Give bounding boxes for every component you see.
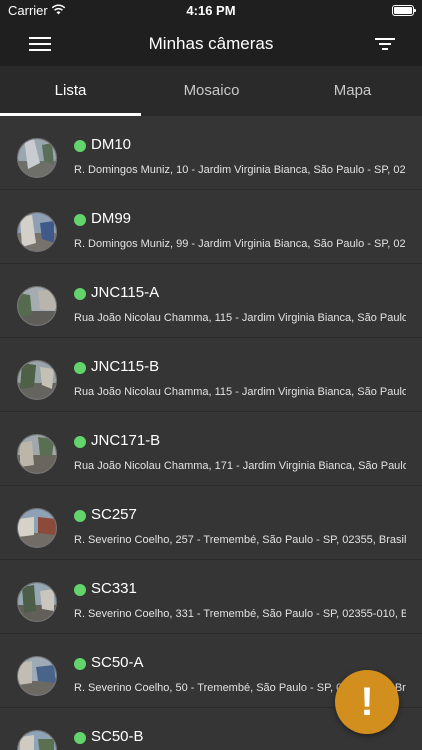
- status-online-icon: [74, 362, 86, 374]
- status-online-icon: [74, 140, 86, 152]
- status-online-icon: [74, 658, 86, 670]
- filter-icon: [375, 38, 395, 50]
- camera-address: R. Severino Coelho, 331 - Tremembé, São …: [74, 608, 406, 620]
- clock: 4:16 PM: [186, 3, 236, 18]
- battery-icon: [392, 5, 416, 16]
- camera-row[interactable]: DM10 R. Domingos Muniz, 10 - Jardim Virg…: [0, 116, 422, 190]
- camera-thumbnail: [17, 508, 57, 548]
- camera-address: R. Severino Coelho, 257 - Tremembé, São …: [74, 534, 406, 546]
- camera-thumbnail: [17, 286, 57, 326]
- camera-row[interactable]: SC331 R. Severino Coelho, 331 - Tremembé…: [0, 560, 422, 634]
- camera-name: JNC115-B: [91, 358, 160, 375]
- camera-address: Rua João Nicolau Chamma, 171 - Jardim Vi…: [74, 460, 406, 472]
- camera-address: Rua João Nicolau Chamma, 115 - Jardim Vi…: [74, 386, 406, 398]
- tab-mosaico[interactable]: Mosaico: [141, 66, 282, 116]
- camera-thumbnail: [17, 138, 57, 178]
- camera-row[interactable]: JNC115-B Rua João Nicolau Chamma, 115 - …: [0, 338, 422, 412]
- camera-name: SC50-A: [91, 654, 144, 671]
- status-bar: Carrier 4:16 PM: [0, 0, 422, 22]
- page-title: Minhas câmeras: [148, 34, 274, 53]
- camera-name: JNC115-A: [91, 284, 160, 301]
- tab-lista[interactable]: Lista: [0, 66, 141, 116]
- camera-thumbnail: [17, 656, 57, 696]
- camera-address: Rua João Nicolau Chamma, 115 - Jardim Vi…: [74, 312, 406, 324]
- camera-row[interactable]: JNC171-B Rua João Nicolau Chamma, 171 - …: [0, 412, 422, 486]
- camera-address: R. Domingos Muniz, 99 - Jardim Virginia …: [74, 238, 406, 250]
- camera-thumbnail: [17, 582, 57, 622]
- status-online-icon: [74, 510, 86, 522]
- status-online-icon: [74, 436, 86, 448]
- status-online-icon: [74, 584, 86, 596]
- camera-row[interactable]: JNC115-A Rua João Nicolau Chamma, 115 - …: [0, 264, 422, 338]
- camera-thumbnail: [17, 434, 57, 474]
- camera-name: SC257: [91, 506, 137, 523]
- camera-name: JNC171-B: [91, 432, 161, 449]
- status-online-icon: [74, 214, 86, 226]
- camera-name: SC50-B: [91, 728, 144, 745]
- camera-row[interactable]: SC257 R. Severino Coelho, 257 - Tremembé…: [0, 486, 422, 560]
- camera-thumbnail: [17, 212, 57, 252]
- tab-mapa[interactable]: Mapa: [282, 66, 422, 116]
- alert-button[interactable]: !: [335, 670, 399, 734]
- camera-list: DM10 R. Domingos Muniz, 10 - Jardim Virg…: [0, 116, 422, 750]
- camera-thumbnail: [17, 730, 57, 750]
- camera-thumbnail: [17, 360, 57, 400]
- camera-row[interactable]: DM99 R. Domingos Muniz, 99 - Jardim Virg…: [0, 190, 422, 264]
- camera-name: DM10: [91, 136, 132, 153]
- status-online-icon: [74, 732, 86, 744]
- navbar: Minhas câmeras: [0, 22, 422, 66]
- tab-bar: Lista Mosaico Mapa: [0, 66, 422, 116]
- camera-name: DM99: [91, 210, 132, 227]
- camera-address: R. Domingos Muniz, 10 - Jardim Virginia …: [74, 164, 406, 176]
- status-online-icon: [74, 288, 86, 300]
- filter-button[interactable]: [374, 30, 404, 58]
- camera-name: SC331: [91, 580, 137, 597]
